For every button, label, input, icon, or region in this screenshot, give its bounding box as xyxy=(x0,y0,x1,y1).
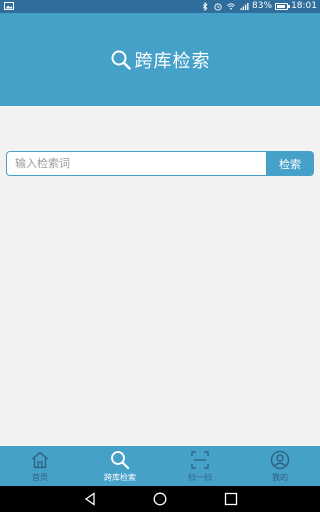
header: 跨库检索 xyxy=(0,13,320,106)
header-title-group: 跨库检索 xyxy=(110,47,211,73)
search-button[interactable]: 检索 xyxy=(266,151,314,176)
user-icon xyxy=(270,450,290,470)
search-icon xyxy=(111,50,131,70)
bottom-tab-bar: 首页 跨库检索 扫一扫 我的 xyxy=(0,446,320,486)
tab-cross-search-label: 跨库检索 xyxy=(104,473,136,482)
battery-percent: 83% xyxy=(252,1,273,11)
search-input[interactable] xyxy=(6,151,268,176)
status-icons: 83% 18:01 xyxy=(200,0,317,13)
search-icon xyxy=(111,451,130,470)
page-title: 跨库检索 xyxy=(134,50,211,72)
recents-icon[interactable] xyxy=(224,492,238,506)
status-bar: 83% 18:01 xyxy=(0,0,320,13)
tab-scan-label: 扫一扫 xyxy=(188,473,212,482)
android-nav-bar xyxy=(0,486,320,512)
home-circle-icon[interactable] xyxy=(153,492,167,506)
back-icon[interactable] xyxy=(83,492,97,506)
wifi-icon xyxy=(227,3,235,10)
tab-home-label: 首页 xyxy=(32,473,48,482)
tab-cross-search[interactable]: 跨库检索 xyxy=(80,446,160,486)
tab-home[interactable]: 首页 xyxy=(0,446,80,486)
tab-scan[interactable]: 扫一扫 xyxy=(160,446,240,486)
image-notification-icon xyxy=(4,2,14,10)
status-time: 18:01 xyxy=(291,1,317,11)
signal-icon xyxy=(240,2,249,11)
home-icon xyxy=(32,451,48,469)
alarm-icon xyxy=(214,3,222,11)
tab-profile[interactable]: 我的 xyxy=(240,446,320,486)
bluetooth-icon xyxy=(202,2,208,11)
battery-icon xyxy=(275,3,291,10)
scan-icon xyxy=(191,451,209,469)
tab-profile-label: 我的 xyxy=(272,473,288,482)
